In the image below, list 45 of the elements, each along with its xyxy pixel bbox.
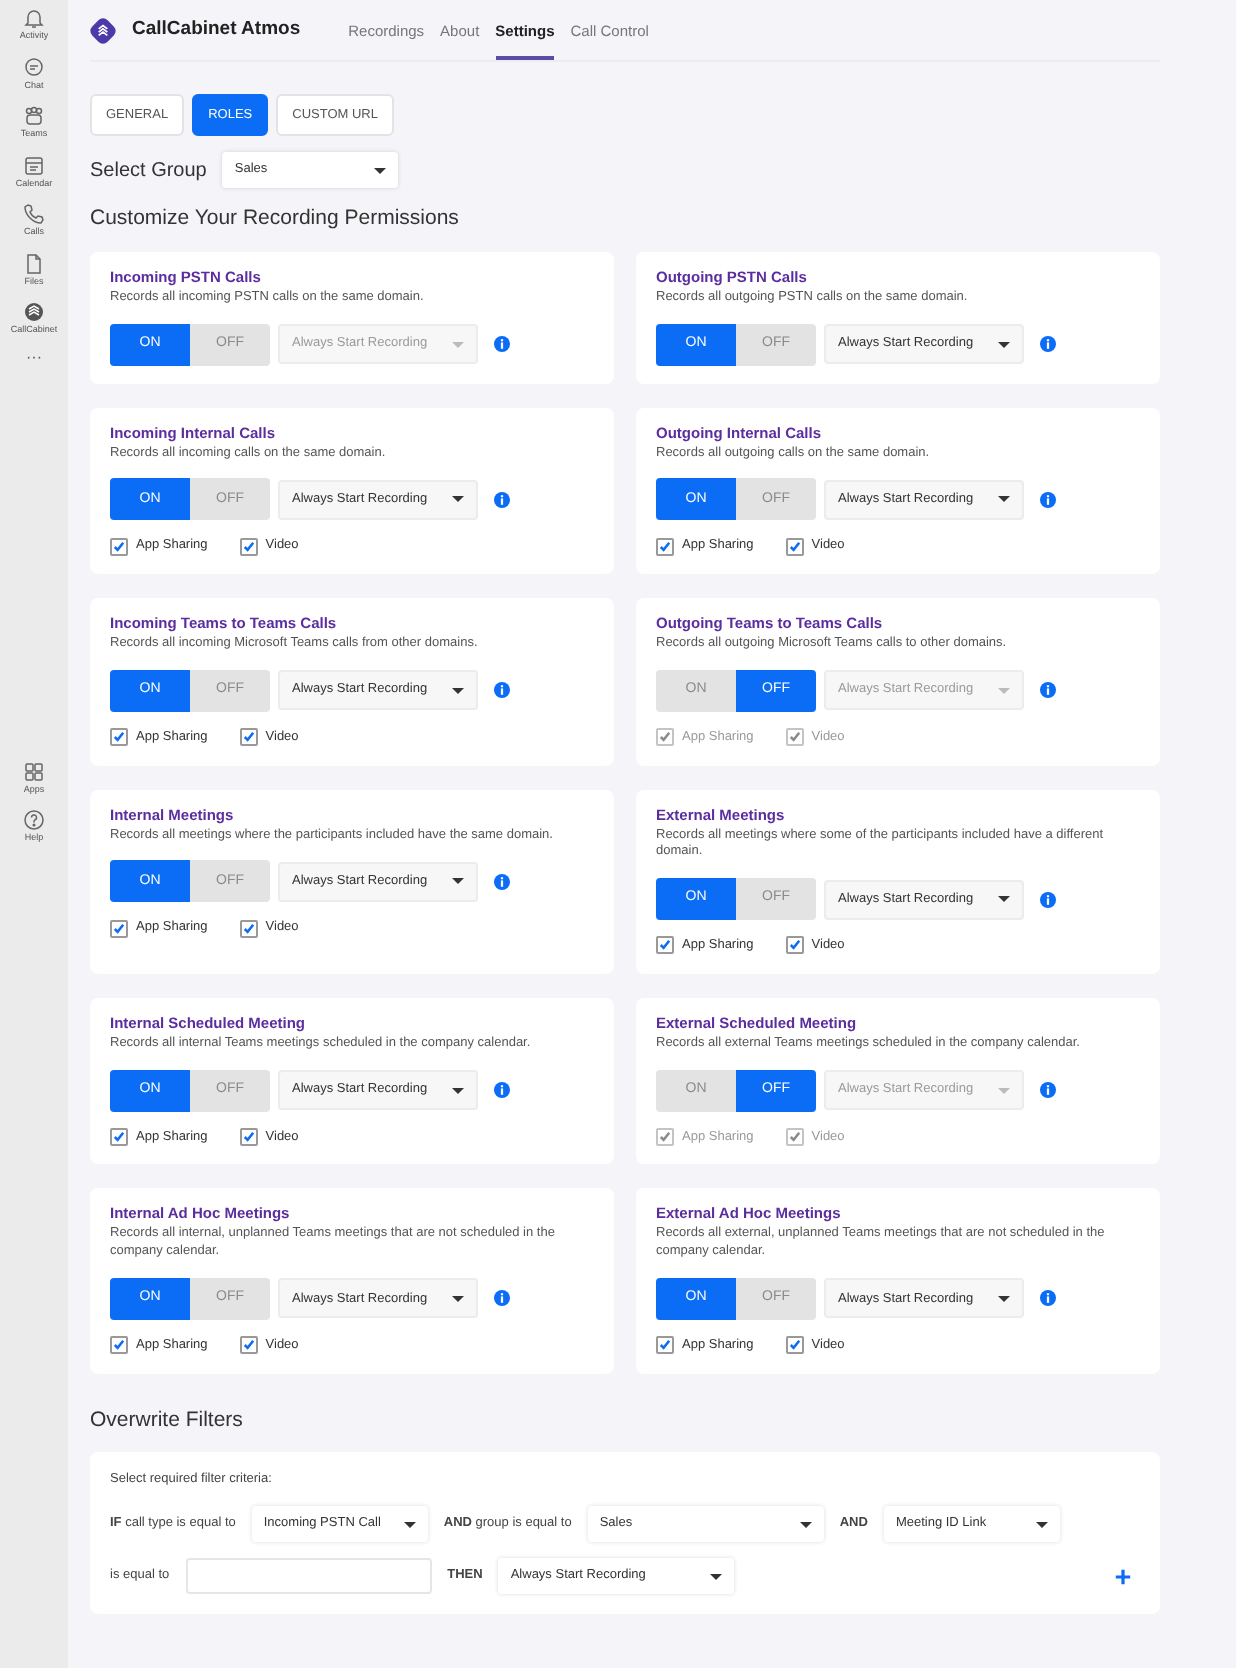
checkbox[interactable] [239,537,258,556]
phone-icon[interactable] [22,202,46,226]
checkbox[interactable] [785,537,804,556]
checkbox[interactable] [110,1127,128,1146]
info-icon[interactable] [494,1290,510,1307]
checkbox[interactable] [656,936,674,955]
info-icon[interactable] [1040,682,1056,699]
section-heading: Overwrite Filters [90,1405,245,1436]
info-icon[interactable] [494,336,510,353]
info-icon[interactable] [1040,491,1056,508]
checkbox[interactable] [785,936,804,955]
checkbox[interactable] [656,1336,674,1355]
bell-icon[interactable] [22,6,46,30]
checkbox[interactable] [110,1336,128,1355]
checkbox[interactable] [239,1336,258,1355]
checkbox[interactable] [239,919,258,938]
chat-icon[interactable] [22,55,46,79]
info-icon[interactable] [494,491,510,508]
info-icon[interactable] [494,682,510,699]
checkbox[interactable] [656,537,674,556]
checkbox[interactable] [110,728,128,747]
people-icon[interactable] [22,104,46,128]
info-icon[interactable] [1040,1290,1056,1307]
app-title: CallCabinet Atmos [132,15,301,44]
file-icon[interactable] [22,251,46,275]
info-icon[interactable] [494,873,510,890]
value-field[interactable] [185,1558,432,1595]
info-icon[interactable] [494,1082,510,1099]
info-icon[interactable] [1040,1082,1056,1099]
apps-icon[interactable] [22,759,46,783]
group-label: Select Group [90,157,207,185]
help-icon[interactable] [22,808,46,832]
calendar-icon[interactable] [22,153,46,177]
info-icon[interactable] [1040,336,1056,353]
app-logo [90,17,116,43]
section-heading: Customize Your Recording Permissions [90,204,461,234]
checkbox[interactable] [110,537,128,556]
info-icon[interactable] [1040,891,1056,908]
checkbox[interactable] [785,1336,804,1355]
checkbox[interactable] [239,1127,258,1146]
add-icon[interactable] [1114,1567,1132,1586]
checkbox[interactable] [110,919,128,938]
checkbox[interactable] [239,728,258,747]
more-button[interactable]: ··· [26,349,42,365]
logo-icon[interactable] [22,300,46,324]
